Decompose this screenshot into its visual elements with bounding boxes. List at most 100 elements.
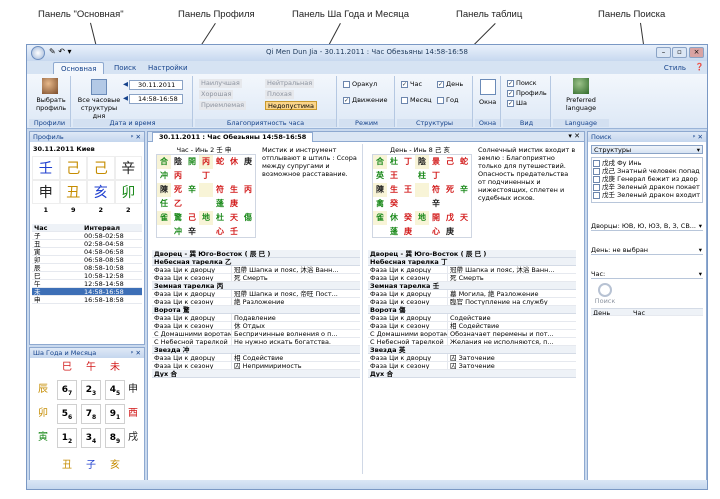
hour-interval: 16:58-18:58 — [84, 296, 124, 303]
structure-checkbox[interactable] — [593, 183, 600, 191]
language-button[interactable]: Preferred language — [555, 96, 607, 112]
profile-panel-header: Профиль ᵖ ✕ — [30, 132, 144, 142]
chart-glyph: 休 — [230, 157, 238, 166]
structures-dropdown[interactable]: Структуры ▾ — [591, 145, 703, 154]
tab-settings[interactable]: Настройки — [141, 62, 195, 74]
structure-year-checkbox[interactable]: Год — [437, 96, 458, 104]
hours-table-row[interactable]: 巳 10:58-12:58 — [32, 272, 142, 280]
style-menu[interactable]: Стиль — [657, 62, 693, 74]
chart-glyph — [443, 197, 457, 211]
ribbon: Выбрать профиль Профили Все часовые стру… — [27, 74, 707, 129]
table-section-header[interactable]: Дух 合 — [368, 370, 576, 378]
table-section-header[interactable]: Небесная тарелка 丁 — [368, 258, 576, 266]
day-dropdown[interactable]: День: не выбран ▾ — [591, 245, 703, 255]
chip-acceptable[interactable]: Приемлемая — [199, 101, 247, 110]
close-icon[interactable]: ᵖ ✕ — [693, 132, 703, 142]
mode-oracle-checkbox[interactable]: Оракул — [343, 80, 377, 88]
structure-list-item[interactable]: 戊戌 Фу Инь — [593, 159, 701, 167]
hours-table-row[interactable]: 寅 04:58-06:58 — [32, 248, 142, 256]
structure-checkbox[interactable] — [593, 191, 600, 199]
doc-tab[interactable]: 30.11.2011 : Час Обезьяны 14:58-16:58 — [152, 132, 314, 142]
table-section-header[interactable]: Ворота 傷 — [368, 306, 576, 314]
group-label-structures: Структуры — [397, 119, 472, 127]
table-section-header[interactable]: Звезда 英 — [368, 346, 576, 354]
structure-list-item[interactable]: 戊壬 Зеленый дракон входит — [593, 191, 701, 199]
time-field[interactable]: 14:58-16:58 — [129, 94, 183, 104]
palaces-dropdown[interactable]: Дворцы: ЮВ, Ю, ЮЗ, В, З, СВ... ▾ — [591, 221, 703, 231]
structure-day-checkbox[interactable]: ✓ День — [437, 80, 463, 88]
tab-main[interactable]: Основная — [53, 62, 105, 74]
hour-branch: 申 — [34, 296, 41, 303]
table-row: С Домашними воротами Беспричинные волнени… — [152, 330, 360, 338]
chart-glyph — [199, 183, 213, 197]
help-icon[interactable]: ❓ — [695, 63, 704, 71]
structure-list-item[interactable]: 戊庚 Генерал бежит из двор — [593, 175, 701, 183]
chart-glyph — [457, 169, 471, 183]
hour-dropdown[interactable]: Час: ▾ — [591, 269, 703, 279]
table-section-header[interactable]: Земная тарелка 壬 — [368, 282, 576, 290]
hours-table-row[interactable]: 丑 02:58-04:58 — [32, 240, 142, 248]
doc-tab-close-icon[interactable]: ▾ ✕ — [568, 132, 580, 140]
hours-table-row[interactable]: 辰 08:58-10:58 — [32, 264, 142, 272]
all-hours-button[interactable]: Все часовые структуры дня — [75, 96, 123, 120]
close-button[interactable]: × — [689, 47, 704, 58]
close-icon[interactable]: ᵖ ✕ — [131, 132, 141, 142]
pillars-grid: 壬 己 己 辛 申 丑 亥 卯 1 9 2 2 — [32, 156, 142, 216]
hour-interval: 06:58-08:58 — [84, 256, 124, 263]
annotation-main-panel: Панель "Основная" — [38, 9, 124, 20]
chip-best[interactable]: Наилучшая — [199, 79, 242, 88]
windows-button[interactable]: Окна — [479, 98, 496, 106]
select-profile-button[interactable]: Выбрать профиль — [33, 96, 69, 112]
chip-neutral[interactable]: Нейтральная — [265, 79, 315, 88]
tab-search[interactable]: Поиск — [107, 62, 143, 74]
table-section-header[interactable]: Ворота 驚 — [152, 306, 360, 314]
table-section-header[interactable]: Дух 合 — [152, 370, 360, 378]
sha-cell: 91 — [105, 404, 125, 424]
structure-checkbox[interactable] — [593, 167, 600, 175]
hours-table-row[interactable]: 午 12:58-14:58 — [32, 280, 142, 288]
sha-cell: 56 — [57, 404, 77, 424]
structure-checkbox[interactable] — [593, 175, 600, 183]
date-field[interactable]: 30.11.2011 — [129, 80, 183, 90]
structure-checkbox[interactable] — [593, 159, 600, 167]
table-section-header[interactable]: Земная тарелка 丙 — [152, 282, 360, 290]
hours-table-row[interactable]: 申 16:58-18:58 — [32, 296, 142, 304]
hours-table-row[interactable]: 卯 06:58-08:58 — [32, 256, 142, 264]
chip-bad[interactable]: Плохая — [265, 90, 294, 99]
structure-month-checkbox[interactable]: Месяц — [401, 96, 432, 104]
view-sha-checkbox[interactable]: ✓ Ша — [507, 99, 527, 107]
chip-good[interactable]: Хорошая — [199, 90, 234, 99]
table-section-header[interactable]: Звезда 冲 — [152, 346, 360, 354]
hour-interval: 08:58-10:58 — [84, 264, 124, 271]
table-cell-value: 囚 Непримиримость — [234, 362, 302, 369]
structure-list-item[interactable]: 戊己 Знатный человек попад — [593, 167, 701, 175]
structure-hour-checkbox[interactable]: ✓ Час — [401, 80, 422, 88]
view-search-checkbox[interactable]: ✓ Поиск — [507, 79, 537, 87]
table-cell-label: С Небесной тарелкой — [368, 338, 448, 345]
search-button[interactable]: Поиск — [591, 283, 619, 305]
prev-date-icon[interactable]: ◀ — [123, 80, 128, 88]
doc-tabs: 30.11.2011 : Час Обезьяны 14:58-16:58 ▾ … — [148, 132, 584, 142]
hours-table-row[interactable]: 子 00:58-02:58 — [32, 232, 142, 240]
app-window: ✎ ↶ ▾ Qi Men Dun Jia - 30.11.2011 : Час … — [26, 44, 708, 490]
chart-glyph: 心 — [432, 227, 440, 236]
chart-glyph: 蓬 — [216, 199, 224, 208]
chip-unacceptable[interactable]: Недопустима — [265, 101, 317, 110]
chart-glyph: 丁 — [202, 171, 210, 180]
chart-glyph: 王 — [404, 185, 412, 194]
prev-time-icon[interactable]: ◀ — [123, 94, 128, 102]
results-col-day: День — [593, 309, 611, 315]
maximize-button[interactable]: ▫ — [672, 47, 687, 58]
chart-glyph: 景 — [432, 157, 440, 166]
hour-branch: 寅 — [34, 248, 41, 255]
hours-table-row[interactable]: 未 14:58-16:58 — [32, 288, 142, 296]
table-cell-value: 相 Содействие — [234, 354, 284, 361]
view-profile-checkbox[interactable]: ✓ Профиль — [507, 89, 547, 97]
table-section-header[interactable]: Небесная тарелка 乙 — [152, 258, 360, 266]
close-icon[interactable]: ᵖ ✕ — [131, 348, 141, 358]
minimize-button[interactable]: – — [656, 47, 671, 58]
chart-glyph — [401, 197, 415, 211]
mode-motion-checkbox[interactable]: ✓ Движение — [343, 96, 387, 104]
group-view: ✓ Поиск ✓ Профиль ✓ Ша Вид — [503, 76, 551, 127]
structure-list-item[interactable]: 戊辛 Зеленый дракон покает — [593, 183, 701, 191]
